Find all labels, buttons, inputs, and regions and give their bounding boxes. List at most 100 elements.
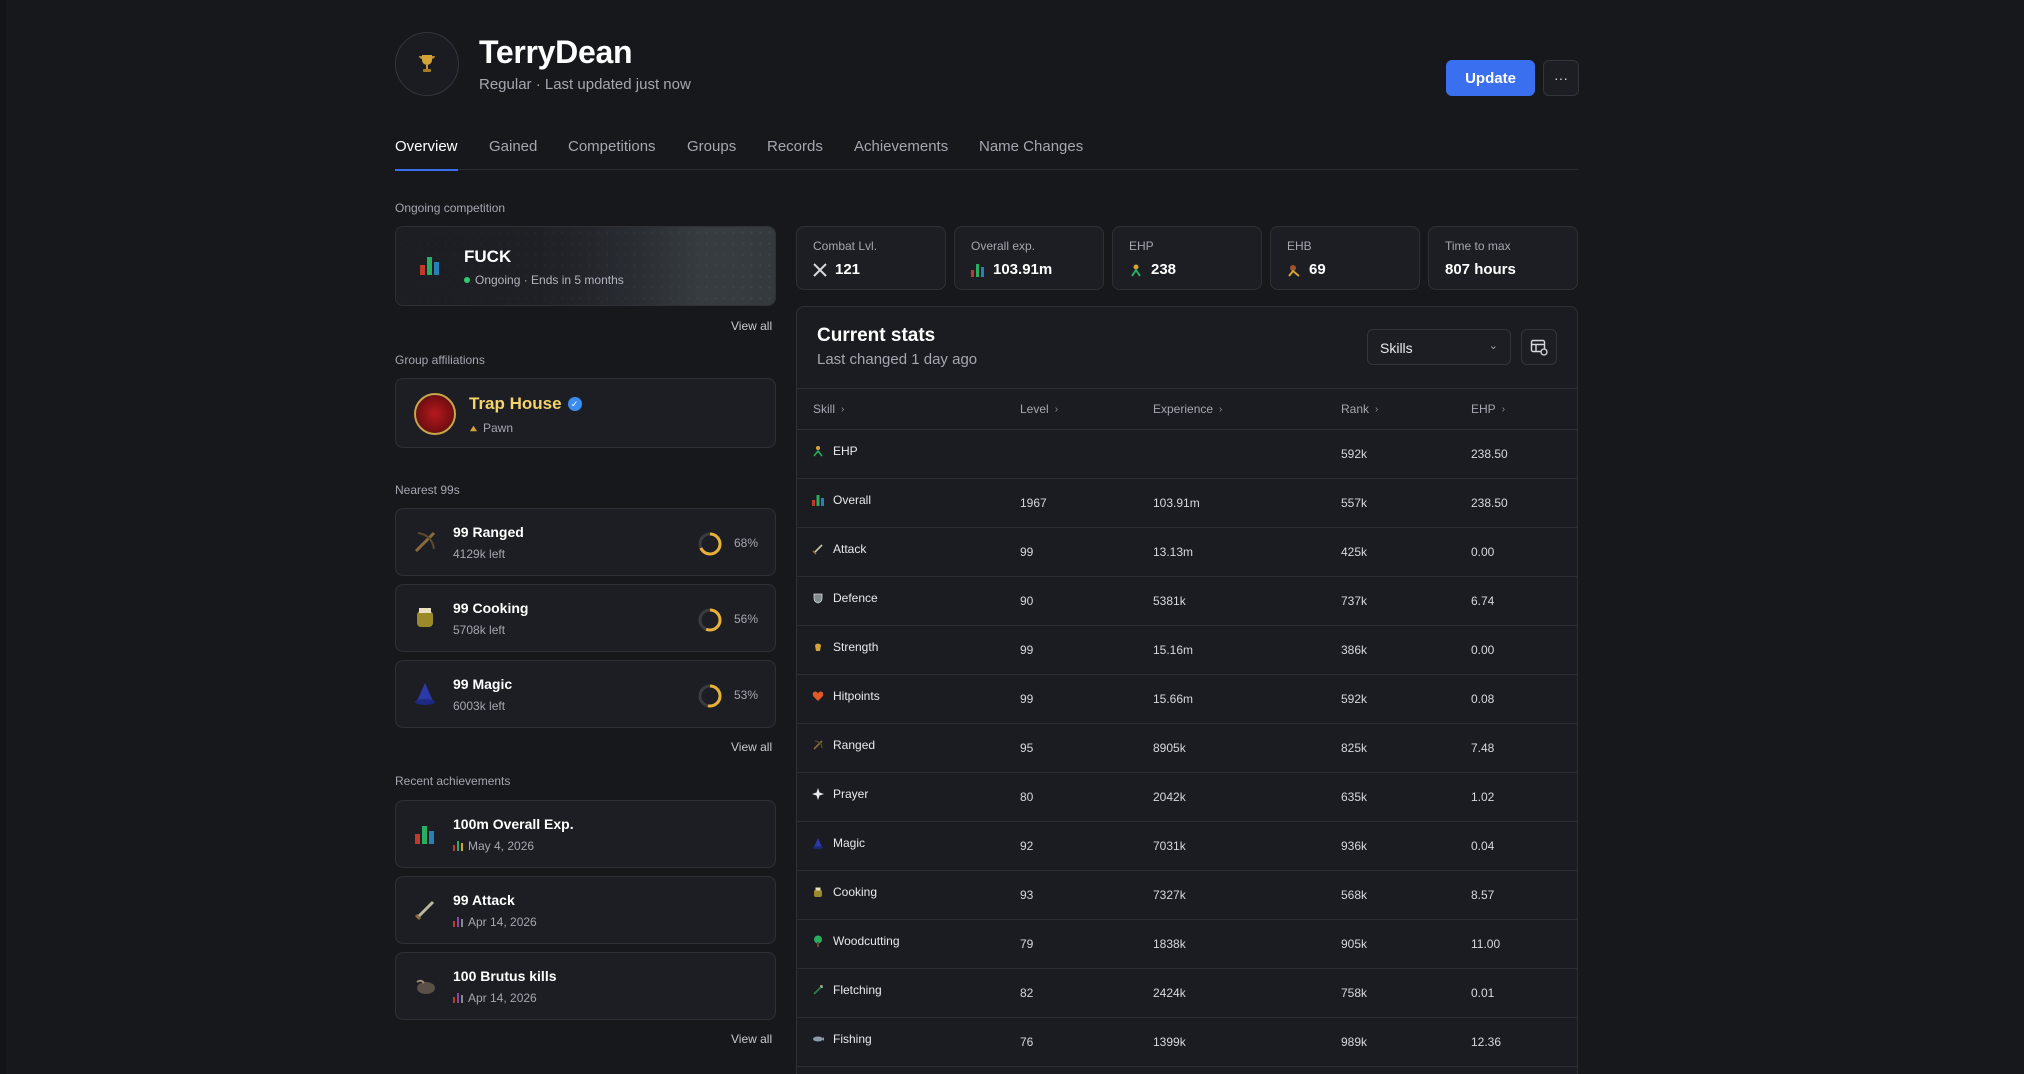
verified-icon: ✓ (567, 397, 582, 411)
stat-box-ehp: EHP 238 (1112, 226, 1262, 290)
left-edge (0, 0, 6, 1074)
overall-small-icon (453, 841, 463, 851)
ranged-icon (410, 527, 440, 557)
defence-icon (811, 591, 825, 605)
skill-cell: Overall (811, 493, 871, 507)
nearest-99s-view-all-link[interactable]: View all (731, 740, 772, 754)
player-subtitle: Regular · Last updated just now (479, 76, 691, 93)
ehp-cell: 0.08 (1471, 692, 1495, 706)
skill-name: Ranged (833, 738, 876, 752)
achievements-view-all-link[interactable]: View all (731, 1032, 772, 1046)
rank-cell: 592k (1341, 692, 1368, 706)
skill-name: Fishing (833, 1032, 872, 1046)
skill-cell: Defence (811, 591, 878, 605)
overall-icon (811, 493, 825, 507)
stat-box-combat-level: Combat Lvl. 121 (796, 226, 946, 290)
ehp-cell: 7.48 (1471, 741, 1495, 755)
nearest-99-item[interactable]: 99 Magic 6003k left 53% (395, 660, 776, 728)
rank-cell: 592k (1341, 447, 1368, 461)
progress-ring (698, 608, 722, 632)
column-header-rank[interactable]: Rank › (1341, 402, 1378, 416)
attack-icon (410, 895, 440, 925)
fletching-icon (811, 983, 825, 997)
attack-icon (811, 542, 825, 556)
tab-achievements[interactable]: Achievements (854, 138, 948, 170)
metric-type-select[interactable]: Skills ⌄ (1367, 329, 1511, 365)
competition-card[interactable]: FUCK Ongoing · Ends in 5 months (395, 226, 776, 306)
table-settings-button[interactable] (1521, 329, 1557, 365)
competition-title: FUCK (464, 247, 512, 266)
nearest-99-item[interactable]: 99 Cooking 5708k left 56% (395, 584, 776, 652)
tab-name-changes[interactable]: Name Changes (979, 138, 1083, 170)
trophy-icon (419, 55, 435, 72)
skill-cell: Attack (811, 542, 866, 556)
stats-table-header: Skill › Level › Experience › Rank › EHP › (797, 388, 1577, 430)
tab-competitions[interactable]: Competitions (568, 138, 656, 170)
pawn-icon (469, 425, 478, 431)
overall-small-icon (453, 917, 463, 927)
rank-cell: 737k (1341, 594, 1368, 608)
page-content: TerryDean Regular · Last updated just no… (395, 0, 1579, 1074)
skill-name: Attack (833, 542, 867, 556)
nearest-99-item[interactable]: 99 Ranged 4129k left 68% (395, 508, 776, 576)
skill-name: EHP (833, 444, 858, 458)
fishing-icon (811, 1032, 825, 1046)
exp-cell: 2042k (1153, 790, 1186, 804)
progress-percent: 68% (734, 536, 759, 550)
overall-icon (420, 257, 439, 275)
table-settings-icon (1530, 339, 1548, 356)
chevron-right-icon: › (1375, 403, 1379, 415)
group-card[interactable]: Trap House ✓ Pawn (395, 378, 776, 448)
ehb-icon (1288, 264, 1300, 277)
column-header-ehp[interactable]: EHP › (1471, 402, 1505, 416)
skill-cell: EHP (811, 444, 858, 458)
tab-gained[interactable]: Gained (489, 138, 537, 170)
ehp-icon (1131, 264, 1141, 277)
tab-records[interactable]: Records (767, 138, 823, 170)
cooking-icon (811, 885, 825, 899)
exp-cell: 1838k (1153, 937, 1186, 951)
player-avatar (395, 32, 459, 96)
progress-percent: 53% (734, 688, 759, 702)
rank-cell: 825k (1341, 741, 1368, 755)
column-header-experience[interactable]: Experience › (1153, 402, 1222, 416)
update-button[interactable]: Update (1446, 60, 1535, 96)
skill-cell: Ranged (811, 738, 875, 752)
skill-cell: Strength (811, 640, 878, 654)
skill-cell: Fishing (811, 1032, 872, 1046)
skill-name: Woodcutting (833, 934, 900, 948)
column-header-level[interactable]: Level › (1020, 402, 1058, 416)
stat-box-time-to-max: Time to max 807 hours (1428, 226, 1578, 290)
combat-icon (813, 262, 827, 277)
group-avatar (414, 393, 456, 435)
rank-cell: 936k (1341, 839, 1368, 853)
table-row: Woodcutting 79 1838k 905k 11.00 (797, 920, 1577, 969)
ehp-cell: 0.01 (1471, 986, 1495, 1000)
recent-achievements-label: Recent achievements (395, 774, 511, 788)
achievement-item[interactable]: 99 Attack Apr 14, 2026 (395, 876, 776, 944)
tab-groups[interactable]: Groups (687, 138, 736, 170)
competition-status-text: Ongoing · Ends in 5 months (475, 273, 624, 287)
table-row: Cooking 93 7327k 568k 8.57 (797, 871, 1577, 920)
progress-ring (698, 684, 722, 708)
exp-cell: 15.16m (1153, 643, 1194, 657)
ehp-icon (811, 444, 825, 458)
exp-cell: 7031k (1153, 839, 1186, 853)
group-affiliations-label: Group affiliations (395, 353, 485, 367)
level-cell: 99 (1020, 545, 1034, 559)
skill-name: Cooking (833, 885, 878, 899)
skill-name: Hitpoints (833, 689, 880, 703)
more-options-button[interactable]: ··· (1543, 60, 1579, 96)
skill-cell: Magic (811, 836, 865, 850)
column-header-skill[interactable]: Skill › (813, 402, 844, 416)
chevron-right-icon: › (1054, 403, 1059, 415)
overall-small-icon (453, 993, 463, 1003)
competitions-view-all-link[interactable]: View all (731, 319, 772, 333)
stat-box-overall-exp: Overall exp. 103.91m (954, 226, 1104, 290)
hitpoints-icon (811, 689, 825, 703)
achievement-item[interactable]: 100 Brutus kills Apr 14, 2026 (395, 952, 776, 1020)
table-row: Fletching 82 2424k 758k 0.01 (797, 969, 1577, 1018)
tab-overview[interactable]: Overview (395, 138, 458, 171)
achievement-item[interactable]: 100m Overall Exp. May 4, 2026 (395, 800, 776, 868)
progress-percent: 56% (734, 612, 759, 626)
